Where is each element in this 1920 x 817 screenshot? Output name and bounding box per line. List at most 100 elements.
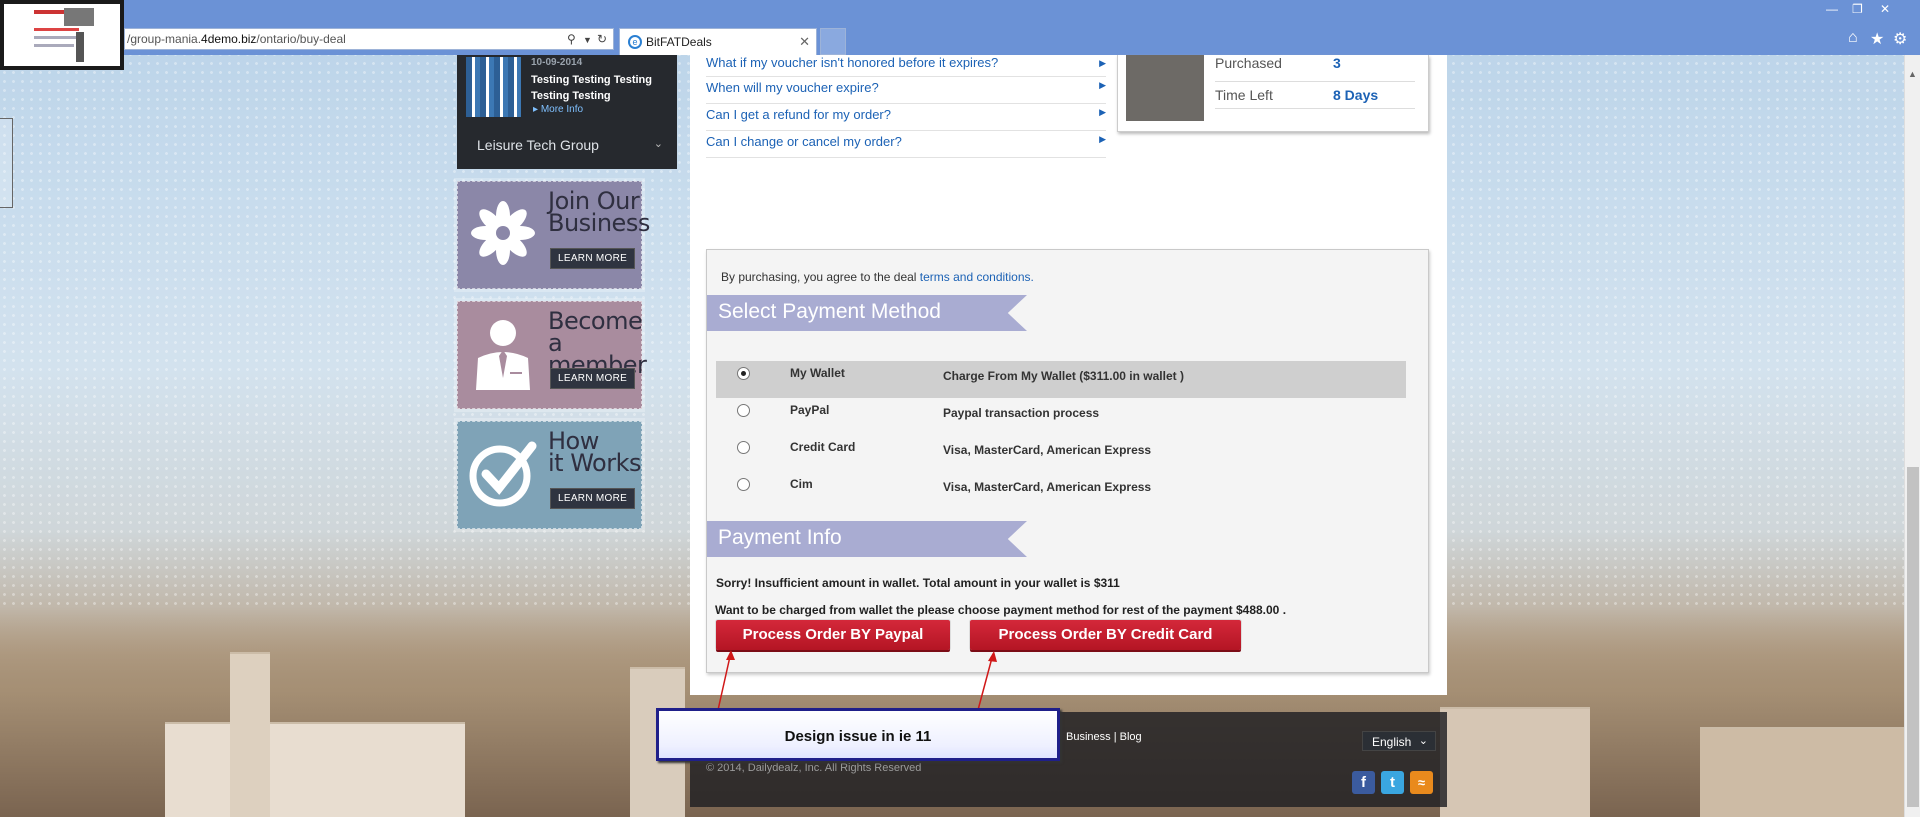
payment-info-heading: Payment Info [707,521,1027,557]
method-description: Charge From My Wallet ($311.00 in wallet… [943,369,1184,383]
chevron-down-icon[interactable]: ⌄ [654,137,663,150]
select-payment-heading: Select Payment Method [707,295,1027,331]
search-icon[interactable]: ⚲ [567,32,576,46]
browser-toolbar: /group-mania.4demo.biz/ontario/buy-deal … [0,0,1920,55]
url-path: /ontario/buy-deal [256,32,346,46]
checkmark-icon [469,441,537,507]
arrow-right-icon: ▶ [1099,58,1106,68]
deal-thumbnail[interactable] [466,57,521,117]
remaining-payment-message: Want to be charged from wallet the pleas… [715,603,1287,617]
time-left-row: Time Left 8 Days [1215,82,1415,109]
footer-link-business[interactable]: Business [1066,731,1111,743]
building [1700,727,1910,817]
arrow-right-icon: ▶ [1099,107,1106,117]
radio-my-wallet[interactable] [737,367,750,380]
dropdown-icon[interactable]: ▼ [583,35,592,45]
promo-title: How it Works [548,429,641,477]
insufficient-wallet-message: Sorry! Insufficient amount in wallet. To… [716,576,1120,590]
more-info-link[interactable]: ▸ More Info [533,104,583,115]
product-image [1126,55,1204,121]
building [1440,707,1590,817]
deal-date: 10-09-2014 [531,57,583,68]
promo-title: Become a member [548,307,647,377]
join-business-promo[interactable]: Join Our Business LEARN MORE [457,181,650,289]
arrow-right-icon: ▶ [1099,80,1106,90]
close-window-icon[interactable]: ✕ [1880,2,1890,16]
footer-link-blog[interactable]: Blog [1120,731,1142,743]
facebook-icon[interactable]: f [1352,771,1375,794]
promo-title-line2: it Works [548,449,641,477]
promo-title-line1: Become a [548,307,643,357]
method-name: Credit Card [790,440,856,454]
promo-title-line2: Business [548,209,650,237]
process-order-credit-card-button[interactable]: Process Order BY Credit Card [970,620,1241,650]
favorites-star-icon[interactable]: ★ [1870,29,1884,49]
faq-question: Can I change or cancel my order? [706,134,902,149]
browser-tab[interactable]: e BitFATDeals ✕ [619,28,817,55]
scrollbar-thumb[interactable] [1907,467,1919,807]
deal-card: 10-09-2014 Testing Testing Testing Testi… [457,55,677,169]
faq-item[interactable]: When will my voucher expire? ▶ [706,77,1106,104]
time-left-label: Time Left [1215,87,1273,103]
home-icon[interactable]: ⌂ [1848,29,1858,47]
close-tab-icon[interactable]: ✕ [799,34,810,50]
more-info-label: More Info [540,104,584,115]
payment-panel: By purchasing, you agree to the deal ter… [706,249,1429,673]
how-it-works-promo[interactable]: How it Works LEARN MORE [457,421,642,529]
learn-more-button[interactable]: LEARN MORE [550,368,636,389]
faq-item[interactable]: Can I change or cancel my order? ▶ [706,131,1106,158]
url-domain: 4demo.biz [201,32,257,46]
refresh-icon[interactable]: ↻ [597,32,607,46]
address-bar[interactable]: /group-mania.4demo.biz/ontario/buy-deal … [124,28,614,50]
copyright-text: © 2014, Dailydealz, Inc. All Rights Rese… [706,762,922,774]
building [165,722,465,817]
learn-more-button[interactable]: LEARN MORE [550,488,636,509]
payment-method-row[interactable]: My Wallet Charge From My Wallet ($311.00… [716,361,1406,398]
faq-item[interactable]: What if my voucher isn't honored before … [706,55,1106,77]
tab-title: BitFATDeals [646,35,712,49]
main-content: What if my voucher isn't honored before … [690,55,1447,695]
terms-agreement: By purchasing, you agree to the deal ter… [721,270,1034,284]
footer-separator: | [1113,731,1117,743]
language-value: English [1372,735,1412,749]
arrow-right-icon: ▶ [1099,134,1106,144]
scroll-up-icon[interactable]: ▲ [1908,69,1917,79]
language-select[interactable]: English ⌄ [1362,731,1436,751]
purchased-value: 3 [1333,55,1341,71]
payment-method-row[interactable]: Credit Card Visa, MasterCard, American E… [716,435,1406,472]
become-member-promo[interactable]: Become a member LEARN MORE [457,301,647,409]
faq-question: Can I get a refund for my order? [706,107,891,122]
payment-method-row[interactable]: PayPal Paypal transaction process [716,398,1406,435]
process-order-paypal-button[interactable]: Process Order BY Paypal [716,620,950,650]
payment-method-row[interactable]: Cim Visa, MasterCard, American Express [716,472,1406,509]
method-name: My Wallet [790,366,845,380]
url-prefix: /group-mania. [127,32,202,46]
new-tab-button[interactable] [820,28,846,55]
footer-links: Business | Blog [1066,731,1142,743]
radio-cim[interactable] [737,478,750,491]
radio-credit-card[interactable] [737,441,750,454]
promo-title: Join Our Business [548,189,650,237]
annotation-note: Design issue in ie 11 [656,708,1060,761]
learn-more-button[interactable]: LEARN MORE [550,248,636,269]
settings-gear-icon[interactable]: ⚙ [1893,29,1907,49]
group-title[interactable]: Leisure Tech Group [477,137,599,153]
minimize-icon[interactable]: — [1826,2,1838,16]
restore-icon[interactable]: ❐ [1852,2,1863,16]
left-sidebar: 10-09-2014 Testing Testing Testing Testi… [457,55,677,529]
side-panel-tab[interactable] [0,118,13,208]
twitter-icon[interactable]: t [1381,771,1404,794]
method-name: Cim [790,477,813,491]
radio-paypal[interactable] [737,404,750,417]
faq-item[interactable]: Can I get a refund for my order? ▶ [706,104,1106,131]
deal-title[interactable]: Testing Testing Testing Testing Testing [531,72,671,104]
person-icon [476,320,530,390]
method-description: Paypal transaction process [943,406,1100,420]
faq-list: What if my voucher isn't honored before … [706,55,1106,158]
page-thumbnail-preview [0,0,124,70]
purchased-row: Purchased 3 [1215,55,1415,82]
faq-question: When will my voucher expire? [706,80,879,95]
terms-link[interactable]: terms and conditions. [920,270,1034,284]
rss-icon[interactable]: ≈ [1410,771,1433,794]
vertical-scrollbar[interactable]: ▲ [1904,55,1920,817]
